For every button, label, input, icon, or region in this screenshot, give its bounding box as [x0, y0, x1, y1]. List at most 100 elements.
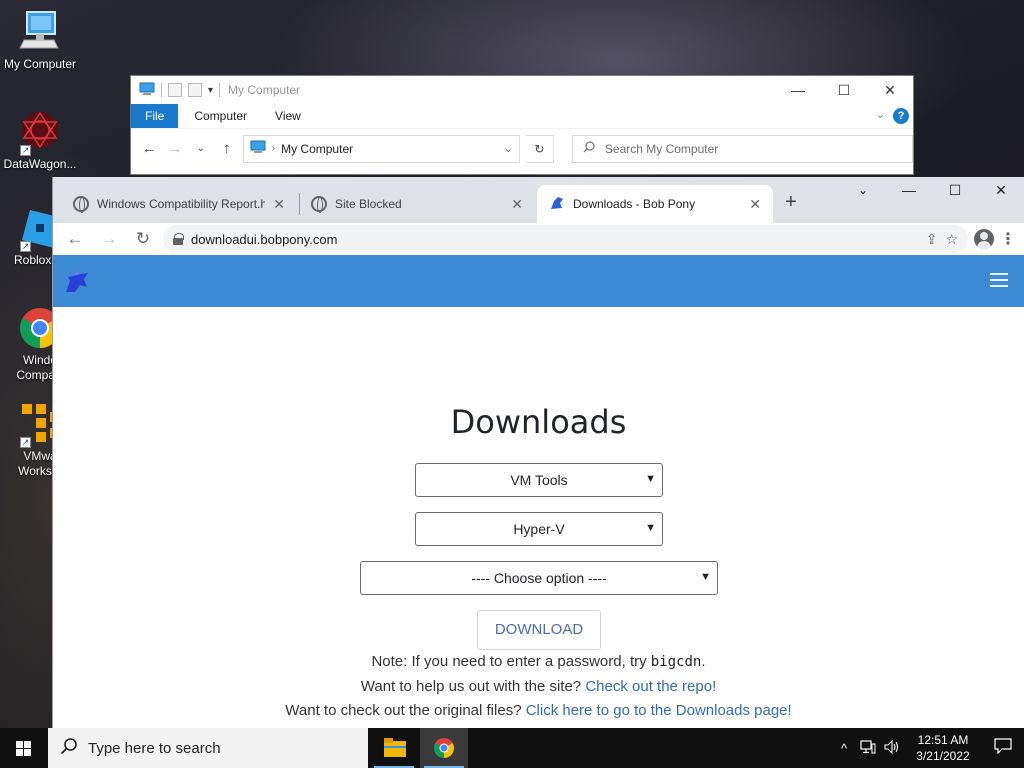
url-text[interactable]: downloadui.bobpony.com	[191, 232, 918, 247]
recent-locations-button[interactable]: ⌄	[191, 143, 211, 154]
download-button[interactable]: DOWNLOAD	[477, 610, 601, 650]
category-select-value: VM Tools	[510, 472, 568, 488]
clock-time: 12:51 AM	[917, 733, 969, 747]
shortcut-arrow-icon: ↗	[20, 241, 31, 252]
taskbar-search-input[interactable]: Type here to search	[48, 728, 368, 768]
option-select[interactable]: ---- Choose option ---- ▼	[360, 561, 718, 595]
customize-quick-access-icon[interactable]: ▾	[208, 85, 213, 96]
tab-title: Site Blocked	[335, 197, 402, 211]
explorer-title-bar[interactable]: ▾ My Computer — ☐ ✕	[131, 76, 913, 104]
up-button[interactable]: ↑	[217, 140, 237, 157]
clock-date: 3/21/2022	[916, 749, 970, 763]
notification-center-icon[interactable]	[982, 737, 1024, 759]
datawagon-icon: ↗	[18, 110, 62, 156]
chevron-down-icon: ▼	[645, 473, 656, 485]
help-note-text: Want to help us out with the site?	[360, 678, 586, 695]
minimize-button[interactable]: —	[775, 82, 821, 99]
chevron-down-icon: ▼	[700, 571, 711, 583]
taskbar-file-explorer[interactable]	[370, 728, 418, 768]
chrome-icon	[433, 737, 455, 762]
address-bar[interactable]: downloadui.bobpony.com ⇪ ☆	[163, 225, 968, 253]
category-select[interactable]: VM Tools ▼	[415, 463, 663, 497]
tab-search-button[interactable]: ⌄	[840, 177, 886, 207]
explorer-ribbon-tabs: File Computer View ⌄ ?	[131, 104, 913, 128]
menu-kebab-icon[interactable]: ⋮	[1000, 229, 1016, 249]
search-icon	[60, 737, 78, 759]
network-icon[interactable]	[856, 739, 880, 757]
downloads-page-link[interactable]: Click here to go to the Downloads page!	[526, 702, 792, 719]
address-bar[interactable]: › My Computer ⌄	[242, 134, 520, 163]
separator	[161, 83, 162, 97]
volume-icon[interactable]	[880, 739, 904, 757]
tab-windows-compatibility-report[interactable]: Windows Compatibility Report.h ✕	[61, 185, 297, 223]
new-folder-icon[interactable]	[188, 83, 202, 97]
share-icon[interactable]: ⇪	[926, 231, 938, 248]
desktop-icon-datawagon[interactable]: ↗ DataWagon...	[0, 110, 80, 172]
start-button[interactable]	[0, 728, 48, 768]
address-dropdown-icon[interactable]: ⌄	[504, 142, 513, 155]
close-button[interactable]: ✕	[978, 177, 1024, 207]
close-tab-icon[interactable]: ✕	[273, 196, 285, 213]
back-button[interactable]: ←	[139, 140, 159, 157]
computer-icon	[250, 140, 266, 157]
tab-file[interactable]: File	[131, 104, 179, 128]
tab-view[interactable]: View	[261, 104, 315, 128]
minimize-button[interactable]: —	[886, 177, 932, 207]
downloads-page: Downloads VM Tools ▼ Hyper-V ▼ ---- Choo…	[53, 307, 1024, 728]
option-select-value: ---- Choose option ----	[471, 570, 607, 586]
clock[interactable]: 12:51 AM 3/21/2022	[904, 732, 982, 764]
password-code: bigcdn	[650, 654, 702, 670]
new-tab-button[interactable]: +	[785, 191, 797, 214]
platform-select-value: Hyper-V	[513, 521, 565, 537]
tab-strip: Windows Compatibility Report.h ✕ Site Bl…	[53, 177, 1024, 223]
files-note-text: Want to check out the original files?	[285, 702, 526, 719]
breadcrumb-chevron-icon[interactable]: ›	[272, 143, 275, 154]
profile-avatar-icon[interactable]	[974, 229, 994, 249]
expand-ribbon-icon[interactable]: ⌄	[876, 108, 885, 121]
refresh-button[interactable]: ↻	[525, 134, 554, 163]
separator	[219, 83, 221, 97]
close-tab-icon[interactable]: ✕	[749, 196, 761, 213]
chrome-window[interactable]: Windows Compatibility Report.h ✕ Site Bl…	[52, 177, 1024, 728]
explorer-window-title: My Computer	[228, 83, 301, 97]
show-hidden-icons-chevron-icon[interactable]: ^	[832, 741, 856, 756]
windows-logo-icon	[16, 741, 32, 757]
reload-button[interactable]: ↻	[129, 229, 157, 249]
password-note: Note: If you need to enter a password, t…	[53, 653, 1024, 670]
file-explorer-window[interactable]: ▾ My Computer — ☐ ✕ File Computer View ⌄…	[130, 75, 914, 175]
explorer-navigation-bar: ← → ⌄ ↑ › My Computer ⌄ ↻ Search My Comp…	[131, 128, 913, 168]
taskbar-chrome[interactable]	[420, 728, 468, 768]
tab-title: Downloads - Bob Pony	[573, 197, 696, 211]
hamburger-menu-icon[interactable]	[990, 273, 1008, 287]
back-button[interactable]: ←	[61, 229, 89, 249]
address-text[interactable]: My Computer	[281, 142, 498, 156]
tab-site-blocked[interactable]: Site Blocked ✕	[299, 185, 535, 223]
bookmark-star-icon[interactable]: ☆	[945, 231, 958, 248]
bob-pony-favicon-icon	[549, 195, 565, 214]
globe-icon	[311, 196, 327, 213]
properties-icon[interactable]	[168, 83, 182, 97]
close-tab-icon[interactable]: ✕	[511, 196, 523, 213]
tab-title: Windows Compatibility Report.h	[97, 197, 266, 211]
desktop-icon-my-computer[interactable]: My Computer	[0, 10, 80, 72]
folder-icon	[384, 738, 406, 761]
repo-link[interactable]: Check out the repo!	[585, 678, 716, 695]
computer-icon	[18, 10, 62, 54]
chevron-down-icon: ▼	[645, 522, 656, 534]
platform-select[interactable]: Hyper-V ▼	[415, 512, 663, 546]
forward-button[interactable]: →	[95, 229, 123, 249]
help-icon[interactable]: ?	[893, 108, 909, 124]
tab-downloads-bob-pony[interactable]: Downloads - Bob Pony ✕	[537, 185, 773, 223]
search-placeholder: Search My Computer	[604, 141, 719, 156]
tab-computer[interactable]: Computer	[180, 104, 261, 128]
help-note: Want to help us out with the site? Check…	[53, 678, 1024, 695]
maximize-button[interactable]: ☐	[932, 177, 978, 207]
taskbar-search-placeholder: Type here to search	[88, 739, 221, 757]
forward-button[interactable]: →	[165, 140, 185, 157]
lock-icon[interactable]	[173, 233, 184, 245]
maximize-button[interactable]: ☐	[821, 82, 867, 99]
close-button[interactable]: ✕	[867, 82, 913, 99]
bob-pony-logo-icon[interactable]	[63, 267, 91, 295]
shortcut-arrow-icon: ↗	[20, 437, 31, 448]
explorer-search-input[interactable]: Search My Computer	[571, 134, 913, 163]
